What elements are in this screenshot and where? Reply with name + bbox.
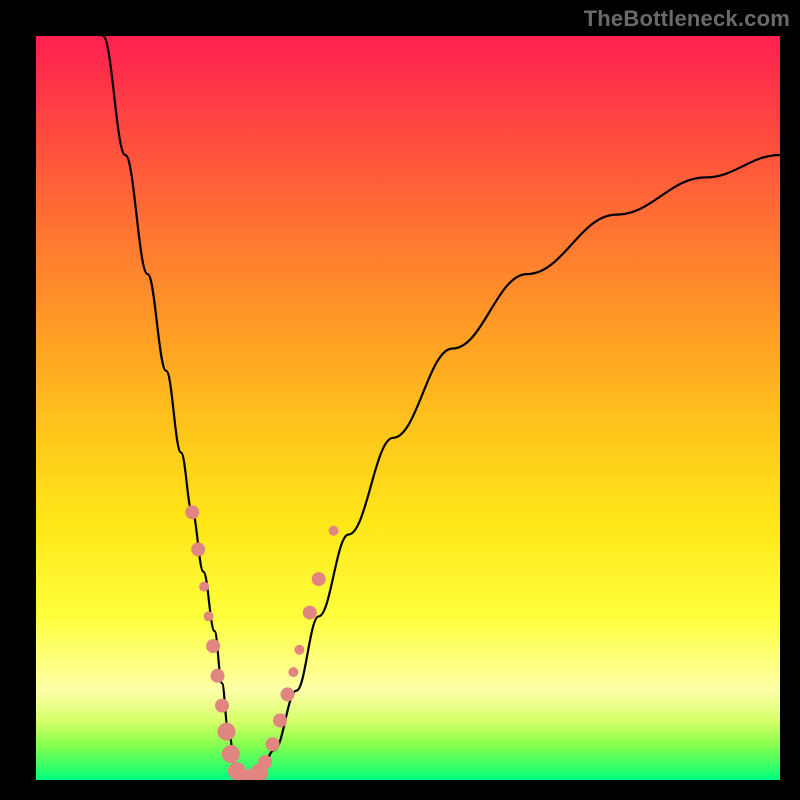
data-marker	[281, 687, 295, 701]
data-marker	[211, 669, 225, 683]
data-marker	[185, 505, 199, 519]
data-marker	[191, 542, 205, 556]
plot-overlay	[36, 36, 780, 780]
data-marker	[199, 582, 209, 592]
data-marker	[266, 737, 280, 751]
watermark-text: TheBottleneck.com	[584, 6, 790, 32]
data-marker	[206, 639, 220, 653]
data-marker	[312, 572, 326, 586]
data-marker	[288, 667, 298, 677]
data-marker	[222, 745, 240, 763]
data-marker	[273, 714, 287, 728]
data-marker	[294, 645, 304, 655]
image-frame: TheBottleneck.com	[0, 0, 800, 800]
data-marker	[329, 526, 339, 536]
data-marker	[204, 611, 214, 621]
marker-group	[185, 505, 338, 780]
plot-area	[36, 36, 780, 780]
bottleneck-curve	[103, 36, 780, 780]
data-marker	[258, 755, 272, 769]
data-marker	[303, 606, 317, 620]
data-marker	[218, 723, 236, 741]
data-marker	[215, 699, 229, 713]
